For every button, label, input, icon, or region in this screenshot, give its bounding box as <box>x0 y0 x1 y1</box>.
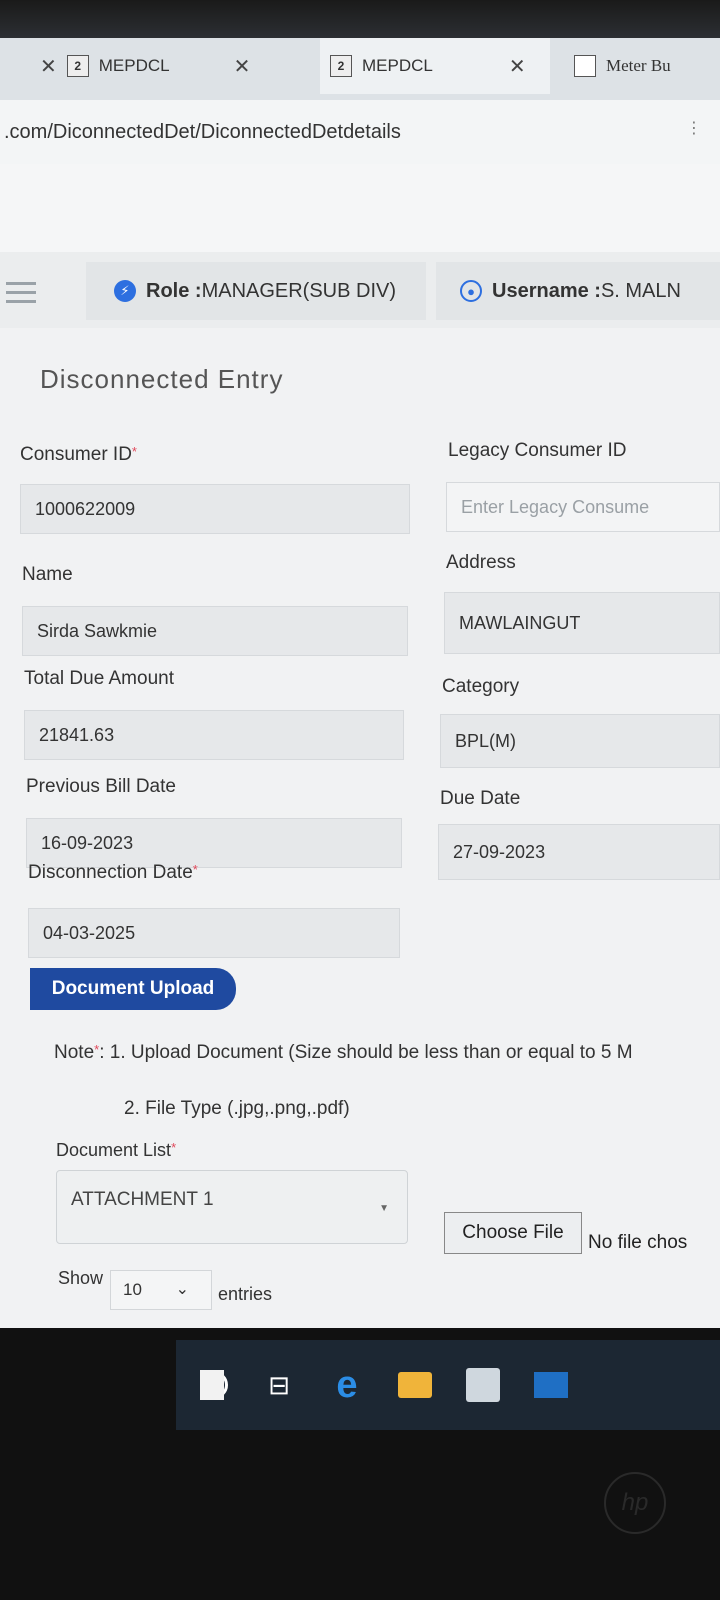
username-value: S. MALN <box>600 279 681 302</box>
task-view-icon[interactable]: ⊟ <box>262 1368 296 1402</box>
tab-mepdcl-2[interactable]: 2 MEPDCL ✕ <box>320 38 550 94</box>
name-field[interactable]: Sirda Sawkmie <box>22 606 408 656</box>
disconnection-date-field[interactable]: 04-03-2025 <box>28 908 400 958</box>
tab-label: MEPDCL <box>362 56 433 75</box>
close-icon[interactable]: ✕ <box>40 54 57 79</box>
role-label: Role : <box>146 279 202 302</box>
favicon-icon: 2 <box>66 55 89 77</box>
document-list-value: ATTACHMENT 1 <box>71 1189 214 1210</box>
show-label: Show <box>58 1268 104 1288</box>
store-icon[interactable] <box>466 1368 500 1402</box>
username-label: Username : <box>492 279 601 302</box>
consumer-id-field[interactable]: 1000622009 <box>20 484 410 534</box>
role-value: MANAGER(SUB DIV) <box>201 279 397 302</box>
upload-note-line2: 2. File Type (.jpg,.png,.pdf) <box>124 1098 350 1119</box>
more-options-icon[interactable]: ⋮ <box>686 118 702 138</box>
entries-value: 10 <box>123 1280 142 1299</box>
disconnection-date-label: Disconnection Date* <box>28 862 198 883</box>
user-icon: ● <box>460 280 482 302</box>
close-icon[interactable]: ✕ <box>509 54 526 79</box>
address-bar[interactable]: .com/DiconnectedDet/DiconnectedDetdetail… <box>0 100 720 164</box>
tab-mepdcl-1[interactable]: ✕ 2 MEPDCL ✕ <box>40 38 250 94</box>
name-label: Name <box>22 564 73 585</box>
dropdown-arrow-icon: ▼ <box>379 1203 389 1214</box>
category-field[interactable]: BPL(M) <box>440 714 720 768</box>
due-date-field[interactable]: 27-09-2023 <box>438 824 720 880</box>
tab-meter-bu[interactable]: Meter Bu <box>574 38 671 94</box>
previous-bill-date-label: Previous Bill Date <box>26 776 176 797</box>
hamburger-menu-icon[interactable] <box>6 282 36 309</box>
toolbar-spacer <box>0 164 720 252</box>
tab-label: Meter Bu <box>606 56 671 75</box>
role-badge: ⚡ Role :MANAGER(SUB DIV) <box>86 262 426 320</box>
legacy-consumer-id-label: Legacy Consumer ID <box>448 440 627 461</box>
legacy-consumer-id-input[interactable]: Enter Legacy Consume <box>446 482 720 532</box>
file-explorer-icon[interactable] <box>398 1372 432 1398</box>
document-list-select[interactable]: ATTACHMENT 1 ▼ <box>56 1170 408 1244</box>
app-header: ⚡ Role :MANAGER(SUB DIV) ● Username :S. … <box>0 252 720 328</box>
total-due-label: Total Due Amount <box>24 668 174 689</box>
due-date-label: Due Date <box>440 788 521 809</box>
address-field[interactable]: MAWLAINGUT <box>444 592 720 654</box>
browser-tab-strip: ✕ 2 MEPDCL ✕ 2 MEPDCL ✕ Meter Bu <box>0 0 720 100</box>
tab-label: MEPDCL <box>98 56 170 75</box>
total-due-field[interactable]: 21841.63 <box>24 710 404 760</box>
chevron-down-icon: ⌄ <box>175 1281 189 1298</box>
choose-file-button[interactable]: Choose File <box>444 1212 582 1254</box>
previous-bill-date-field[interactable]: 16-09-2023 <box>26 818 402 868</box>
url-text[interactable]: .com/DiconnectedDet/DiconnectedDetdetail… <box>0 121 401 144</box>
edge-icon[interactable]: e <box>330 1364 364 1406</box>
document-list-label: Document List* <box>56 1140 177 1160</box>
no-file-chosen-text: No file chos <box>588 1232 688 1253</box>
main-content: Disconnected Entry Consumer ID* Legacy C… <box>0 328 720 1328</box>
address-label: Address <box>446 552 516 573</box>
upload-note-line1: Note*: 1. Upload Document (Size should b… <box>54 1042 633 1063</box>
entries-per-page-select[interactable]: 10 ⌄ <box>110 1270 212 1310</box>
category-label: Category <box>442 676 520 697</box>
role-icon: ⚡ <box>114 280 136 302</box>
mail-icon[interactable] <box>534 1372 568 1398</box>
windows-taskbar: ⊟ e <box>176 1340 720 1430</box>
notepad-icon[interactable] <box>200 1370 224 1400</box>
monitor-bezel <box>0 0 720 38</box>
entries-label: entries <box>218 1284 273 1304</box>
close-icon[interactable]: ✕ <box>234 54 251 79</box>
favicon-icon: 2 <box>330 55 352 77</box>
hp-logo: hp <box>604 1472 666 1534</box>
username-badge: ● Username :S. MALN <box>436 262 720 320</box>
page-title: Disconnected Entry <box>40 364 284 394</box>
page-icon <box>574 55 596 77</box>
consumer-id-label: Consumer ID* <box>20 444 137 465</box>
document-upload-button[interactable]: Document Upload <box>30 968 236 1010</box>
